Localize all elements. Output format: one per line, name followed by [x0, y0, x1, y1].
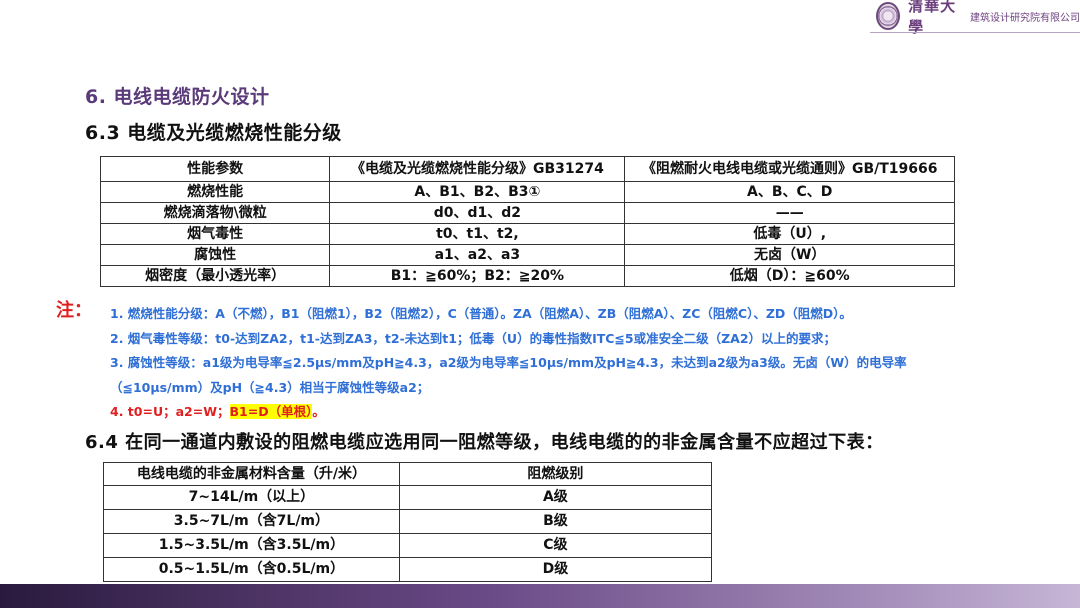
table-row: 7~14L/m（以上） A级 — [103, 485, 713, 510]
table-row: 烟气毒性 t0、t1、t2, 低毒（U）, — [99, 223, 955, 245]
header-logo: 清華大學 建筑设计研究院有限公司 — [870, 0, 1080, 36]
note-item-2: 2. 烟气毒性等级：t0-达到ZA2，t1-达到ZA3，t2-未达到t1；低毒（… — [110, 331, 837, 346]
table-cell: D级 — [398, 557, 713, 582]
table-cell: —— — [624, 202, 955, 224]
table-cell: A、B、C、D — [624, 181, 955, 203]
table-header-cell: 电线电缆的非金属材料含量（升/米） — [103, 462, 400, 486]
note-item-4: 4. t0=U；a2=W；B1=D（单根）。 — [110, 401, 325, 420]
table-cell: 低烟（D）：≧60% — [624, 265, 955, 287]
table-cell: B1：≧60%；B2：≧20% — [329, 265, 626, 287]
table-row: 0.5~1.5L/m（含0.5L/m） D级 — [103, 557, 713, 582]
table-cell: 7~14L/m（以上） — [103, 485, 400, 510]
table-header-cell: 《阻燃耐火电线电缆或光缆通则》GB/T19666 — [624, 156, 955, 182]
note-item-3: 3. 腐蚀性等级：a1级为电导率≦2.5μs/mm及pH≧4.3，a2级为电导率… — [110, 355, 907, 370]
table-header-cell: 性能参数 — [99, 156, 331, 182]
note-item-3-cont: （≦10μs/mm）及pH（≧4.3）相当于腐蚀性等级a2； — [110, 380, 430, 395]
university-seal-icon — [876, 2, 901, 30]
table-header-cell: 阻燃级别 — [398, 462, 713, 486]
table-cell: C级 — [398, 533, 713, 558]
section-title-6-4: 6.4 在同一通道内敷设的阻燃电缆应选用同一阻燃等级，电线电缆的的非金属含量不应… — [85, 432, 884, 453]
table-cell: 烟密度（最小透光率） — [99, 265, 331, 287]
table-row: 3.5~7L/m（含7L/m） B级 — [103, 509, 713, 534]
section-title-6-3: 6.3 电缆及光缆燃烧性能分级 — [85, 122, 342, 144]
header-divider — [870, 32, 1080, 33]
table-header-row: 性能参数 《电缆及光缆燃烧性能分级》GB31274 《阻燃耐火电线电缆或光缆通则… — [99, 156, 955, 182]
table-cell: a1、a2、a3 — [329, 244, 626, 266]
table-row: 燃烧滴落物\微粒 d0、d1、d2 —— — [99, 202, 955, 224]
table-cell: 3.5~7L/m（含7L/m） — [103, 509, 400, 534]
table-row: 腐蚀性 a1、a2、a3 无卤（W） — [99, 244, 955, 266]
table-cell: B级 — [398, 509, 713, 534]
table-row: 烟密度（最小透光率） B1：≧60%；B2：≧20% 低烟（D）：≧60% — [99, 265, 955, 287]
table-cell: 0.5~1.5L/m（含0.5L/m） — [103, 557, 400, 582]
table-cell: d0、d1、d2 — [329, 202, 626, 224]
table-cell: 腐蚀性 — [99, 244, 331, 266]
table-header-row: 电线电缆的非金属材料含量（升/米） 阻燃级别 — [103, 462, 713, 486]
table-cell: 低毒（U）, — [624, 223, 955, 245]
nonmetal-content-table: 电线电缆的非金属材料含量（升/米） 阻燃级别 7~14L/m（以上） A级 3.… — [103, 462, 713, 582]
table-cell: A、B1、B2、B3① — [329, 181, 626, 203]
notes-label: 注： — [56, 300, 92, 321]
table-cell: 烟气毒性 — [99, 223, 331, 245]
table-cell: 燃烧滴落物\微粒 — [99, 202, 331, 224]
table-cell: 燃烧性能 — [99, 181, 331, 203]
table-cell: t0、t1、t2, — [329, 223, 626, 245]
note-item-4-highlight: B1=D（单根） — [229, 404, 313, 419]
footer-bar — [0, 584, 1080, 608]
table-cell: 无卤（W） — [624, 244, 955, 266]
note-item-4-prefix: 4. t0=U；a2=W； — [110, 404, 230, 419]
page-title: 6. 电线电缆防火设计 — [85, 86, 270, 108]
table-row: 燃烧性能 A、B1、B2、B3① A、B、C、D — [99, 181, 955, 203]
table-cell: 1.5~3.5L/m（含3.5L/m） — [103, 533, 400, 558]
note-item-4-suffix: 。 — [312, 404, 325, 419]
table-header-cell: 《电缆及光缆燃烧性能分级》GB31274 — [329, 156, 626, 182]
logo-text: 建筑设计研究院有限公司 — [970, 12, 1080, 24]
note-item-1: 1. 燃烧性能分级：A（不燃），B1（阻燃1），B2（阻燃2），C（普通）。ZA… — [110, 306, 852, 321]
flammability-table: 性能参数 《电缆及光缆燃烧性能分级》GB31274 《阻燃耐火电线电缆或光缆通则… — [99, 156, 955, 287]
table-cell: A级 — [398, 485, 713, 510]
table-row: 1.5~3.5L/m（含3.5L/m） C级 — [103, 533, 713, 558]
